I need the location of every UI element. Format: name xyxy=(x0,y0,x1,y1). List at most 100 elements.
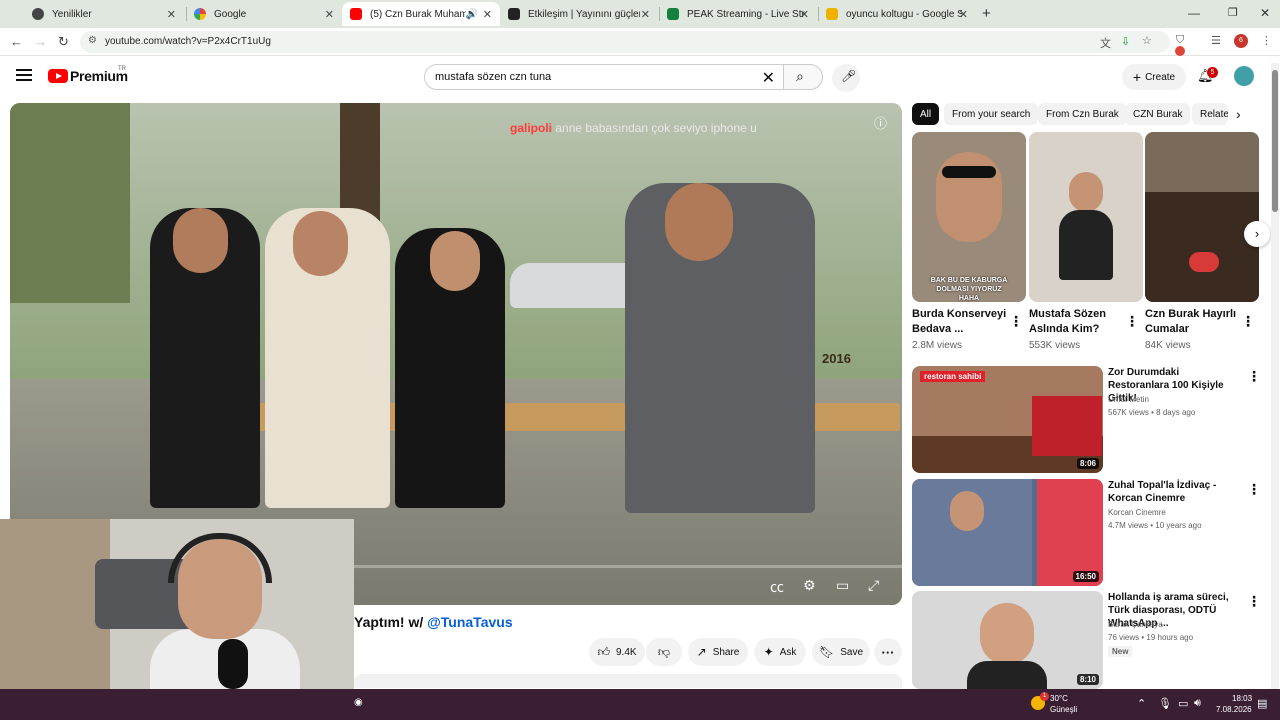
face-4 xyxy=(665,183,733,261)
notification-badge: 5 xyxy=(1207,67,1218,78)
weather-text: Güneşli xyxy=(1050,705,1078,714)
close-icon[interactable]: ✕ xyxy=(483,8,492,21)
avatar[interactable] xyxy=(1234,66,1254,86)
close-icon[interactable]: ✕ xyxy=(325,8,334,21)
app-icon[interactable]: ◉ xyxy=(354,697,363,708)
chrome-icon xyxy=(32,8,44,20)
audio-icon[interactable]: 🔊 xyxy=(466,9,478,20)
close-icon[interactable]: ✕ xyxy=(800,8,809,21)
reload-button[interactable]: ↻ xyxy=(58,34,69,50)
clock-date[interactable]: 7.08.2026 xyxy=(1216,705,1252,714)
clock-time[interactable]: 18:03 xyxy=(1232,694,1252,703)
save-button[interactable]: 🔖︎ Save xyxy=(812,638,870,666)
video-thumbnail[interactable]: 8:10 xyxy=(912,591,1103,689)
short-face xyxy=(1069,172,1103,212)
bookmark-star-icon[interactable]: ☆ xyxy=(1142,34,1152,47)
description-box[interactable] xyxy=(354,674,902,688)
dislike-button[interactable]: 👎︎ xyxy=(646,638,682,666)
settings-icon[interactable]: ⚙ xyxy=(803,577,816,594)
related-video-title[interactable]: Zuhal Topal'la İzdivaç - Korcan Cinemre xyxy=(1108,479,1242,505)
share-button[interactable]: ↗ Share xyxy=(688,638,748,666)
tab-google[interactable]: Google ✕ xyxy=(186,2,342,26)
fullscreen-icon[interactable]: ⤢ xyxy=(868,577,879,594)
more-icon: ··· xyxy=(881,644,895,660)
tab-title: Google xyxy=(214,8,247,20)
short-title[interactable]: Burda Konserveyi Bedava ... xyxy=(912,307,1008,337)
channel-name[interactable]: Korcan Cinemre xyxy=(1108,508,1166,517)
network-icon[interactable]: ▭ xyxy=(1178,697,1188,710)
captions-icon[interactable]: ㏄ xyxy=(770,577,784,597)
short-title[interactable]: Mustafa Sözen Aslında Kim? xyxy=(1029,307,1125,337)
close-icon[interactable]: ✕ xyxy=(641,8,650,21)
chip-czn-burak[interactable]: CZN Burak xyxy=(1125,103,1191,125)
chip-from-your-search[interactable]: From your search xyxy=(944,103,1039,125)
tab-youtube-active[interactable]: (5) Czn Burak Muhammet M 🔊 ✕ xyxy=(342,2,500,26)
video-thumbnail[interactable]: 16:50 xyxy=(912,479,1103,586)
more-options-icon[interactable]: ⋮ xyxy=(1247,593,1261,610)
create-button[interactable]: + Create xyxy=(1122,64,1186,90)
voice-search-button[interactable]: 🎤︎ xyxy=(832,64,860,92)
caption-text: anne babasından çok seviyo iphone u xyxy=(555,121,757,135)
menu-icon[interactable] xyxy=(16,69,32,81)
volume-icon[interactable]: 🔊︎ xyxy=(1194,697,1201,710)
mic-tray-icon[interactable]: 🎙︎ xyxy=(1158,697,1172,710)
address-bar[interactable]: ⚙ youtube.com/watch?v=P2x4CrT1uUg 文 ⇩ ☆ xyxy=(80,31,1170,53)
window-close-button[interactable]: ✕ xyxy=(1260,6,1270,20)
more-options-icon[interactable]: ⋮ xyxy=(1247,481,1261,498)
thumb-poster xyxy=(1037,479,1103,586)
restore-button[interactable]: ❐ xyxy=(1228,6,1238,19)
title-mention-link[interactable]: @TunaTavus xyxy=(427,614,512,630)
face-2 xyxy=(293,211,348,276)
minimize-button[interactable]: — xyxy=(1188,6,1200,20)
tray-chevron-icon[interactable]: ⌃ xyxy=(1137,697,1146,710)
notification-center-icon[interactable]: ▤ xyxy=(1257,697,1267,710)
tab-etkilesim[interactable]: Etkileşim | Yayınını güçlendirme ✕ xyxy=(500,2,658,26)
scrollbar-thumb[interactable] xyxy=(1272,70,1278,212)
more-options-icon[interactable]: ⋮ xyxy=(1241,313,1255,330)
chevron-right-icon[interactable]: › xyxy=(1236,106,1241,122)
close-icon[interactable]: ✕ xyxy=(167,8,176,21)
translate-icon[interactable]: 文 xyxy=(1100,35,1111,51)
media-controls-icon[interactable]: ☰ xyxy=(1211,34,1221,47)
profile-avatar[interactable]: 6 xyxy=(1234,34,1248,48)
more-options-icon[interactable]: ⋮ xyxy=(1125,313,1139,330)
site-info-icon[interactable]: ⚙ xyxy=(88,35,97,46)
ask-button[interactable]: ✦ Ask xyxy=(754,638,806,666)
close-icon[interactable]: ✕ xyxy=(959,8,968,21)
short-thumbnail[interactable]: BAK BU DE KABURGA DOLMASI YIYORUZ HAHA xyxy=(912,132,1026,302)
tab-google-shopping[interactable]: oyuncu koltugu - Google Shop ✕ xyxy=(818,2,976,26)
clear-icon[interactable]: ✕ xyxy=(762,68,775,88)
short-thumbnail[interactable] xyxy=(1029,132,1143,302)
more-options-icon[interactable]: ⋮ xyxy=(1247,368,1261,385)
youtube-logo-icon[interactable] xyxy=(48,69,68,83)
new-tab-button[interactable]: + xyxy=(982,5,991,22)
theater-mode-icon[interactable]: ▭ xyxy=(836,577,849,594)
info-icon[interactable]: ⓘ xyxy=(874,113,887,132)
tab-peak[interactable]: PEAK Streaming - Live Streams ✕ xyxy=(659,2,817,26)
channel-name[interactable]: Burak Çankaya xyxy=(1108,620,1163,629)
more-options-icon[interactable]: ⋮ xyxy=(1009,313,1023,330)
chip-all[interactable]: All xyxy=(912,103,940,125)
forward-button[interactable]: → xyxy=(34,34,47,49)
search-button[interactable]: ⌕ xyxy=(783,64,823,90)
search-input[interactable]: mustafa sözen czn tuna ✕ xyxy=(424,64,784,90)
install-icon[interactable]: ⇩ xyxy=(1121,35,1130,48)
short-thumbnail[interactable] xyxy=(1145,132,1259,302)
duration-badge: 8:06 xyxy=(1076,458,1099,469)
chip-from-czn-burak[interactable]: From Czn Burak xyxy=(1038,103,1127,125)
duration-badge: 8:10 xyxy=(1076,674,1099,685)
back-button[interactable]: ← xyxy=(10,34,23,49)
thumb-person xyxy=(967,661,1047,689)
shorts-next-button[interactable]: › xyxy=(1244,221,1270,247)
tab-yenilikler[interactable]: Yenilikler ✕ xyxy=(24,2,184,26)
browser-menu-icon[interactable]: ⋮ xyxy=(1261,34,1272,47)
more-actions-button[interactable]: ··· xyxy=(874,638,902,666)
video-meta: 4.7M views • 10 years ago xyxy=(1108,521,1202,530)
video-thumbnail[interactable]: restoran sahibi 8:06 xyxy=(912,366,1103,473)
like-button[interactable]: 👍︎ 9.4K xyxy=(589,638,645,666)
title-text: Yaptım! w/ xyxy=(354,614,424,630)
youtube-icon xyxy=(350,8,362,20)
short-title[interactable]: Czn Burak Hayırlı Cumalar xyxy=(1145,307,1241,337)
channel-name[interactable]: Umut Metin xyxy=(1108,395,1149,404)
chip-related[interactable]: Related xyxy=(1192,103,1228,125)
